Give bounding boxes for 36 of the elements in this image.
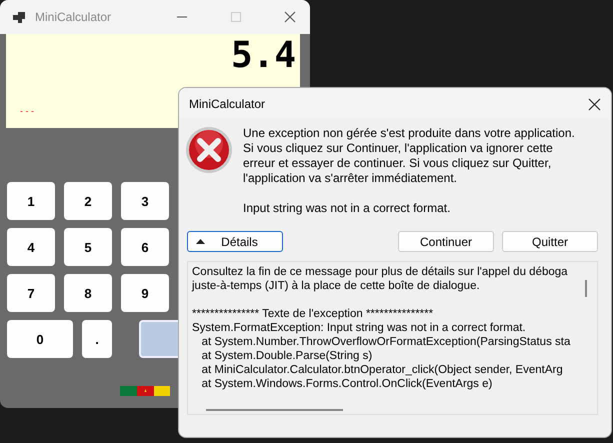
display-value: 5.4 — [230, 36, 296, 76]
details-line: at System.Number.ThrowOverflowOrFormatException(ParsingStatus sta — [200, 335, 570, 349]
calculator-key[interactable]: 8 — [64, 274, 112, 312]
calculator-key[interactable]: 0 — [7, 320, 73, 358]
calculator-key[interactable]: 6 — [121, 228, 169, 266]
calculator-key[interactable]: 4 — [7, 228, 55, 266]
status-indicator: - - - — [20, 106, 35, 116]
app-icon — [13, 12, 25, 22]
details-line: System.FormatException: Input string was not in a correct format. — [192, 321, 526, 335]
calculator-key[interactable]: 3 — [121, 182, 169, 220]
vertical-scrollbar[interactable] — [585, 280, 587, 297]
details-line: at MiniCalculator.Calculator.btnOperator_click(Object sender, EventArg — [200, 363, 563, 377]
caret-icon — [196, 239, 205, 244]
close-icon[interactable] — [284, 11, 296, 23]
dialog-button[interactable]: Continuer — [398, 231, 494, 252]
details-line: *************** Texte de l'exception *************** — [192, 307, 434, 321]
close-icon[interactable] — [588, 98, 601, 110]
details-line: Consultez la fin de ce message pour plus de détails sur l'appel du déboga — [192, 265, 568, 279]
error-detail: Input string was not in a correct format. — [243, 201, 452, 216]
calculator-key[interactable]: 2 — [64, 182, 112, 220]
dialog-title: MiniCalculator — [189, 97, 266, 111]
dialog-button[interactable]: Quitter — [502, 231, 598, 252]
error-icon — [185, 126, 233, 174]
calculator-key[interactable]: 9 — [121, 274, 169, 312]
horizontal-scrollbar[interactable] — [206, 409, 343, 411]
calculator-key[interactable]: . — [82, 320, 112, 358]
error-message: Une exception non gérée s'est produite dans votre application. Si vous cliquez sur Continuer, l'application va ignorer cette erreur et essayer de continuer. Si vous cliquez sur Quitter, l'application va s'arrêter immédiatement. — [243, 126, 575, 186]
calculator-key[interactable]: 7 — [7, 274, 55, 312]
window-title: MiniCalculator — [35, 10, 112, 24]
details-line: at System.Double.Parse(String s) — [200, 349, 372, 363]
details-line: juste-à-temps (JIT) à la place de cette boîte de dialogue. — [192, 279, 480, 293]
details-line: at System.Windows.Forms.Control.OnClick(EventArgs e) — [200, 377, 492, 391]
flag-icon — [120, 386, 170, 396]
calculator-key[interactable]: 5 — [64, 228, 112, 266]
calculator-key[interactable]: 1 — [7, 182, 55, 220]
details-button[interactable]: Détails — [187, 231, 283, 252]
